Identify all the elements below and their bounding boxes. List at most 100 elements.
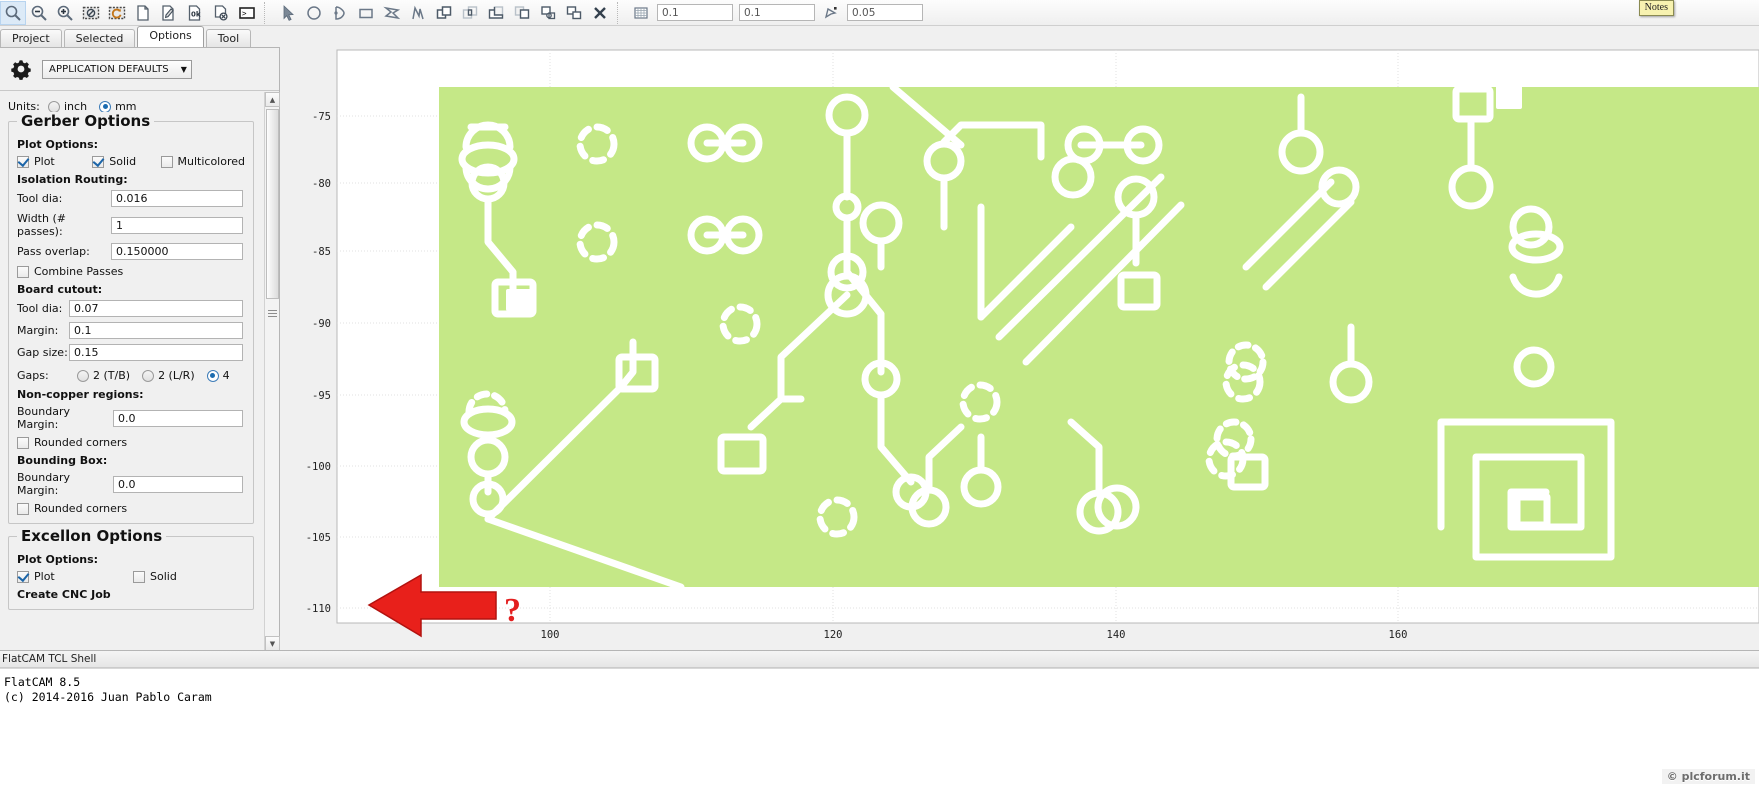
- noncopper-margin-input[interactable]: [113, 409, 243, 427]
- gerber-plot-options-row: Plot Solid Multicolored: [17, 155, 245, 168]
- isolation-routing-label: Isolation Routing:: [17, 173, 128, 186]
- isolation-pass-overlap-input[interactable]: [111, 243, 243, 260]
- scrollbar-thumb[interactable]: [266, 109, 279, 299]
- intersection-icon[interactable]: [457, 1, 483, 25]
- delete-shape-icon[interactable]: [587, 1, 613, 25]
- scroll-up-arrow-icon[interactable]: ▲: [265, 92, 280, 107]
- options-scroll-viewport: Units: inch mm Gerber Options Plot Optio…: [0, 92, 280, 651]
- grid-x-input[interactable]: [657, 4, 733, 21]
- bbox-rounded-checkbox[interactable]: Rounded corners: [17, 502, 127, 515]
- gerber-multicolored-checkbox[interactable]: Multicolored: [160, 155, 245, 168]
- checkbox-unchecked-icon: [133, 570, 145, 583]
- panel-tabstrip: Project Selected Options Tool: [0, 26, 280, 48]
- replot-icon[interactable]: [104, 1, 130, 25]
- arc-tool-icon[interactable]: [327, 1, 353, 25]
- excellon-options-group: Excellon Options Plot Options: Plot Soli…: [8, 527, 254, 610]
- paste-shape-icon[interactable]: [561, 1, 587, 25]
- plot-canvas[interactable]: -75 -80 -85 -90 -95 -100 -105 -110 100 1…: [281, 27, 1759, 650]
- union-icon[interactable]: [431, 1, 457, 25]
- copy-shape-icon[interactable]: [535, 1, 561, 25]
- shell-icon[interactable]: >_: [234, 1, 260, 25]
- cut-icon[interactable]: [509, 1, 535, 25]
- svg-text:0k: 0k: [191, 10, 201, 18]
- gaps-radio-lr-label: 2 (L/R): [158, 369, 195, 382]
- gerber-plot-checkbox[interactable]: Plot: [17, 155, 92, 168]
- excellon-plot-checkbox[interactable]: Plot: [17, 570, 133, 583]
- cutout-gap-size-input[interactable]: [69, 344, 243, 361]
- grid-y-input[interactable]: [739, 4, 815, 21]
- checkbox-unchecked-icon: [17, 502, 29, 515]
- annotation-question-mark: ?: [504, 592, 521, 629]
- radio-inch-icon: [48, 100, 60, 113]
- cutout-tool-dia-input[interactable]: [69, 300, 243, 317]
- snap-grid-icon[interactable]: [628, 1, 654, 25]
- y-tick: -80: [312, 178, 331, 190]
- isolation-pass-overlap-label: Pass overlap:: [17, 245, 90, 258]
- tab-options[interactable]: Options: [137, 26, 204, 47]
- radio-4-icon: [206, 369, 219, 382]
- gerber-multicolored-label: Multicolored: [177, 155, 245, 168]
- y-tick: -90: [312, 318, 331, 330]
- noncopper-rounded-checkbox[interactable]: Rounded corners: [17, 436, 127, 449]
- gerber-solid-checkbox[interactable]: Solid: [92, 155, 160, 168]
- gaps-radio-lr[interactable]: 2 (L/R): [142, 369, 195, 382]
- y-tick: -85: [312, 246, 331, 258]
- gaps-radio-tb-label: 2 (T/B): [93, 369, 131, 382]
- x-tick: 120: [824, 629, 843, 641]
- cutout-tool-dia-row: Tool dia:: [17, 300, 245, 317]
- open-excellon-icon[interactable]: 0k: [182, 1, 208, 25]
- bbox-margin-input[interactable]: [113, 475, 243, 493]
- clear-plot-icon[interactable]: [78, 1, 104, 25]
- y-tick: -105: [306, 532, 331, 544]
- subtract-icon[interactable]: [483, 1, 509, 25]
- combine-passes-checkbox[interactable]: Combine Passes: [17, 265, 123, 278]
- zoom-in-icon[interactable]: [52, 1, 78, 25]
- tab-project[interactable]: Project: [0, 29, 62, 48]
- rectangle-tool-icon[interactable]: [353, 1, 379, 25]
- tcl-shell-output[interactable]: FlatCAM 8.5 (c) 2014-2016 Juan Pablo Car…: [0, 668, 1759, 788]
- isolation-tool-dia-input[interactable]: [111, 190, 243, 207]
- shell-copyright-line: (c) 2014-2016 Juan Pablo Caram: [4, 690, 212, 704]
- shell-tab[interactable]: FlatCAM TCL Shell: [0, 650, 1759, 668]
- scroll-down-arrow-icon[interactable]: ▼: [265, 636, 280, 651]
- select-tool-icon[interactable]: [275, 1, 301, 25]
- open-gcode-icon[interactable]: [208, 1, 234, 25]
- excellon-plot-options-row: Plot Solid: [17, 570, 245, 583]
- zoom-fit-icon[interactable]: [0, 0, 26, 25]
- shell-version-line: FlatCAM 8.5: [4, 675, 81, 689]
- bbox-margin-row: Boundary Margin:: [17, 471, 245, 497]
- cutout-tool-dia-label: Tool dia:: [17, 302, 63, 315]
- snap-max-icon[interactable]: [818, 1, 844, 25]
- snap-max-input[interactable]: [847, 4, 923, 21]
- gaps-radio-4-label: 4: [222, 369, 230, 382]
- options-scrollbar[interactable]: ▲ ▼: [264, 92, 280, 651]
- watermark: © plcforum.it: [1661, 769, 1755, 784]
- isolation-width-input[interactable]: [111, 216, 243, 234]
- path-tool-icon[interactable]: [405, 1, 431, 25]
- new-project-icon[interactable]: [130, 1, 156, 25]
- x-tick: 100: [541, 629, 560, 641]
- toolbar-separator-1: [264, 1, 271, 24]
- notes-button[interactable]: Notes: [1638, 0, 1674, 16]
- toolbar-view-group: 0k >_: [0, 0, 260, 25]
- open-gerber-icon[interactable]: [156, 1, 182, 25]
- radio-mm-icon: [99, 100, 112, 113]
- scope-selector-value: APPLICATION DEFAULTS: [49, 63, 169, 75]
- gaps-radio-4[interactable]: 4: [206, 369, 230, 382]
- gaps-radio-tb[interactable]: 2 (T/B): [77, 369, 130, 382]
- tab-selected[interactable]: Selected: [63, 29, 136, 48]
- toolbar-separator-2: [617, 1, 624, 24]
- checkbox-checked-icon: [17, 570, 29, 583]
- excellon-solid-checkbox[interactable]: Solid: [133, 570, 177, 583]
- zoom-out-icon[interactable]: [26, 1, 52, 25]
- cutout-margin-input[interactable]: [69, 322, 243, 339]
- toolbar-grid-group: [628, 1, 926, 25]
- isolation-width-row: Width (# passes):: [17, 212, 245, 238]
- scope-selector[interactable]: APPLICATION DEFAULTS ▼: [42, 59, 192, 79]
- tab-tool[interactable]: Tool: [205, 29, 252, 48]
- bbox-rounded-row: Rounded corners: [17, 502, 245, 515]
- gerber-solid-label: Solid: [109, 155, 137, 168]
- polygon-tool-icon[interactable]: [379, 1, 405, 25]
- isolation-tool-dia-label: Tool dia:: [17, 192, 63, 205]
- circle-tool-icon[interactable]: [301, 1, 327, 25]
